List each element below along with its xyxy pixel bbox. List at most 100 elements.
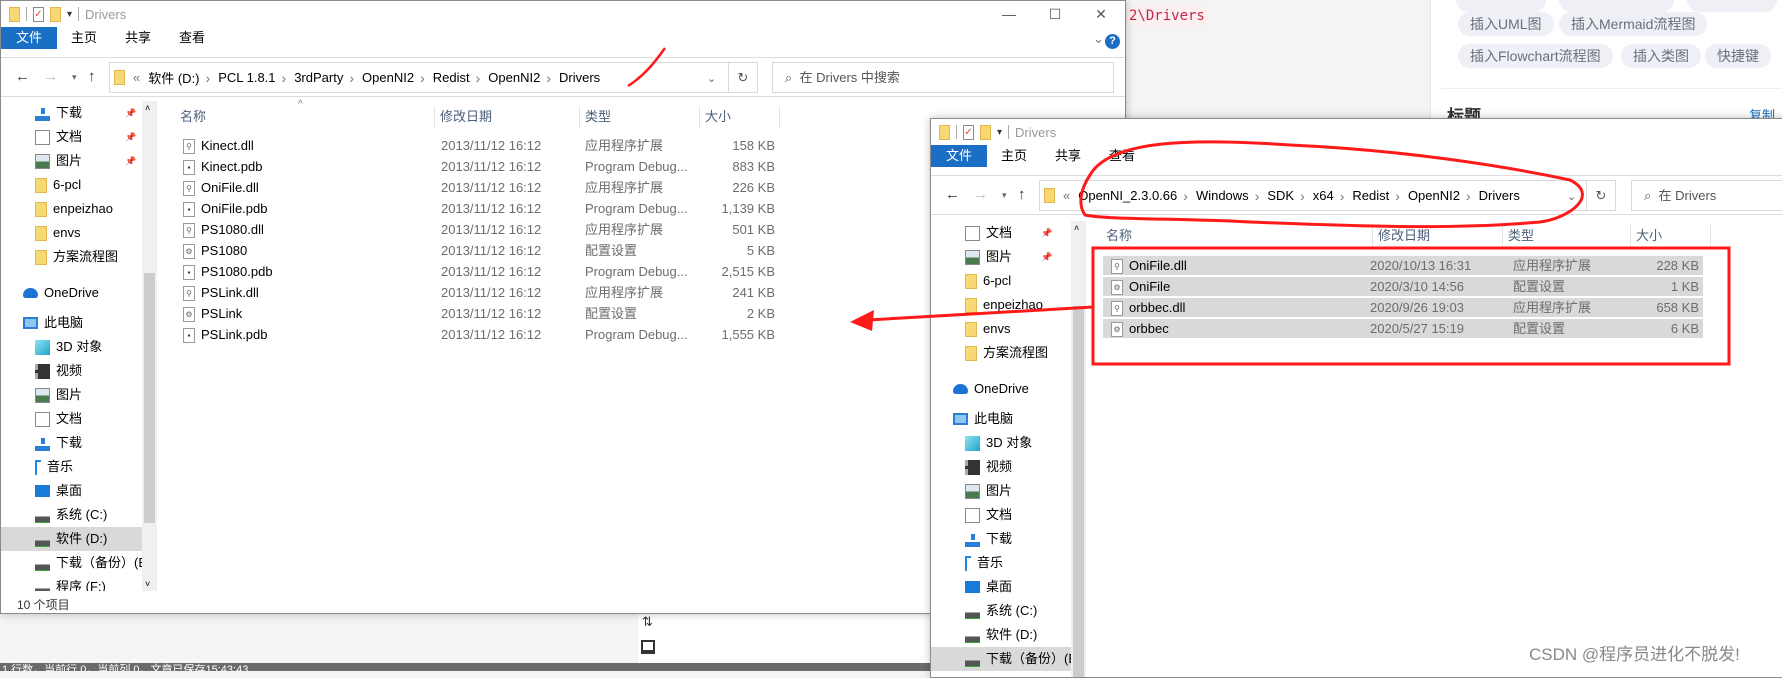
minimize-button[interactable]: — (986, 1, 1032, 27)
insert-mermaid-button[interactable]: 插入Mermaid流程图 (1559, 12, 1708, 36)
recent-dropdown[interactable]: ▾ (1002, 190, 1007, 201)
insert-flowchart-button[interactable]: 插入Flowchart流程图 (1458, 44, 1613, 68)
file-row[interactable]: ⚙ orbbec 2020/5/27 15:19 配置设置 6 KB (1103, 319, 1703, 339)
tab-share[interactable]: 共享 (1041, 145, 1095, 167)
nav-item[interactable]: 此电脑 (931, 407, 1071, 431)
properties-icon[interactable]: ✓ (33, 6, 44, 22)
scrollbar-thumb[interactable] (144, 273, 155, 523)
nav-item[interactable]: 3D 对象 (1, 335, 142, 359)
nav-item[interactable]: 此电脑 (1, 311, 142, 335)
nav-item[interactable]: 6-pcl (1, 173, 142, 197)
nav-item[interactable]: 音乐 (931, 551, 1071, 575)
breadcrumb-chevron-icon[interactable]: › (476, 70, 481, 86)
pill-partial[interactable] (1456, 0, 1546, 12)
address-dropdown[interactable]: ⌄ (1567, 190, 1576, 203)
recent-dropdown[interactable]: ▾ (72, 72, 77, 83)
nav-item[interactable]: enpeizhao (931, 293, 1071, 317)
nav-scrollbar[interactable]: ˄ ˅ (142, 101, 157, 591)
expand-ribbon-icon[interactable]: ⌄ (1093, 31, 1104, 47)
nav-item[interactable]: enpeizhao (1, 197, 142, 221)
breadcrumb-item[interactable]: OpenNI2 (362, 70, 414, 85)
nav-item[interactable]: 系统 (C:) (931, 599, 1071, 623)
column-size[interactable]: 大小 (1631, 225, 1711, 247)
file-row[interactable]: ⚙ PSLink 2013/11/12 16:12 配置设置 2 KB (177, 304, 783, 324)
nav-item[interactable]: 软件 (D:) (1, 527, 142, 551)
nav-item[interactable]: 图片 📌 (931, 245, 1071, 269)
pin-icon[interactable]: 📌 (125, 125, 136, 149)
nav-item[interactable]: OneDrive (931, 377, 1071, 401)
back-button[interactable]: ← (945, 186, 960, 203)
column-type[interactable]: 类型 (1503, 225, 1631, 247)
file-row[interactable]: ⚲ OniFile.dll 2013/11/12 16:12 应用程序扩展 226 KB (177, 178, 783, 198)
column-type[interactable]: 类型 (580, 106, 700, 128)
breadcrumb-item[interactable]: SDK (1267, 188, 1294, 203)
nav-item[interactable]: 方案流程图 (1, 245, 142, 269)
customize-toolbar-icon[interactable]: ▾ (997, 127, 1002, 138)
back-button[interactable]: ← (15, 68, 30, 85)
nav-item[interactable]: 系统 (C:) (1, 503, 142, 527)
column-size[interactable]: 大小 (700, 106, 780, 128)
tab-file[interactable]: 文件 (931, 145, 988, 167)
search-box[interactable]: ⌕ 在 Drivers 中搜索 (772, 62, 1114, 93)
column-name[interactable]: 名称 (1101, 225, 1373, 247)
customize-toolbar-icon[interactable]: ▾ (67, 9, 72, 20)
breadcrumb-chevron-icon[interactable]: › (1183, 188, 1188, 204)
nav-item[interactable]: 下载 (1, 431, 142, 455)
pin-icon[interactable]: 📌 (1041, 245, 1052, 269)
column-date[interactable]: 修改日期 (1373, 225, 1503, 247)
layout-icon[interactable] (641, 640, 655, 654)
breadcrumb-item[interactable]: OpenNI2 (488, 70, 540, 85)
tab-view[interactable]: 查看 (1095, 145, 1149, 167)
properties-icon[interactable]: ✓ (963, 124, 974, 140)
nav-item[interactable]: 文档 (931, 503, 1071, 527)
tab-file[interactable]: 文件 (1, 27, 58, 49)
nav-item[interactable]: 桌面 (1, 479, 142, 503)
file-row[interactable]: ⚲ OniFile.dll 2020/10/13 16:31 应用程序扩展 228 KB (1103, 256, 1703, 276)
nav-item[interactable]: OneDrive (1, 281, 142, 305)
file-row[interactable]: ▪ OniFile.pdb 2013/11/12 16:12 Program Debu… (177, 199, 783, 219)
file-row[interactable]: ⚙ PS1080 2013/11/12 16:12 配置设置 5 KB (177, 241, 783, 261)
file-row[interactable]: ▪ Kinect.pdb 2013/11/12 16:12 Program Debug… (177, 157, 783, 177)
file-row[interactable]: ▪ PSLink.pdb 2013/11/12 16:12 Program Debug… (177, 325, 783, 345)
breadcrumb-item[interactable]: Redist (1352, 188, 1389, 203)
breadcrumb-item[interactable]: 软件 (D:) (148, 68, 199, 87)
breadcrumb-item[interactable]: OpenNI_2.3.0.66 (1078, 188, 1177, 203)
file-row[interactable]: ▪ PS1080.pdb 2013/11/12 16:12 Program Debug… (177, 262, 783, 282)
insert-class-diagram-button[interactable]: 插入类图 (1621, 44, 1701, 68)
pin-icon[interactable]: 📌 (1041, 221, 1052, 245)
breadcrumb-item[interactable]: x64 (1313, 188, 1334, 203)
search-box[interactable]: ⌕ 在 Drivers (1631, 180, 1782, 211)
nav-item[interactable]: 程序 (F:) (1, 575, 142, 591)
pin-icon[interactable]: 📌 (125, 101, 136, 125)
nav-item[interactable]: 文档 📌 (1, 125, 142, 149)
nav-item[interactable]: 下载 📌 (1, 101, 142, 125)
up-button[interactable]: ↑ (1018, 186, 1026, 203)
breadcrumb-chevron-icon[interactable]: › (546, 70, 551, 86)
file-row[interactable]: ⚲ PS1080.dll 2013/11/12 16:12 应用程序扩展 501 KB (177, 220, 783, 240)
forward-button[interactable]: → (43, 68, 58, 85)
scroll-up-icon[interactable]: ˄ (145, 103, 150, 113)
column-name[interactable]: 名称 (175, 106, 435, 128)
refresh-button[interactable]: ↻ (1586, 180, 1616, 211)
address-bar[interactable]: « OpenNI_2.3.0.66 › Windows › SDK › x64 › Redist… (1039, 180, 1587, 211)
breadcrumb-item[interactable]: Drivers (559, 70, 600, 85)
tab-home[interactable]: 主页 (57, 27, 111, 49)
breadcrumb-item[interactable]: PCL 1.8.1 (218, 70, 275, 85)
up-button[interactable]: ↑ (88, 68, 96, 85)
breadcrumb-chevron-icon[interactable]: › (1466, 188, 1471, 204)
insert-uml-button[interactable]: 插入UML图 (1458, 12, 1554, 36)
breadcrumb-chevron-icon[interactable]: › (206, 70, 211, 86)
address-dropdown[interactable]: ⌄ (707, 72, 716, 85)
nav-item[interactable]: envs (1, 221, 142, 245)
file-row[interactable]: ⚲ PSLink.dll 2013/11/12 16:12 应用程序扩展 241 KB (177, 283, 783, 303)
scroll-up-icon[interactable]: ˄ (1074, 223, 1079, 233)
nav-item[interactable]: 文档 (1, 407, 142, 431)
close-button[interactable]: ✕ (1078, 1, 1124, 27)
pin-icon[interactable]: 📌 (125, 149, 136, 173)
tab-home[interactable]: 主页 (987, 145, 1041, 167)
tab-view[interactable]: 查看 (165, 27, 219, 49)
address-bar[interactable]: « 软件 (D:) › PCL 1.8.1 › 3rdParty › OpenNI2 › Red… (109, 62, 729, 93)
sort-icon[interactable]: ⇅ (642, 614, 653, 630)
nav-item[interactable]: 图片 (1, 383, 142, 407)
nav-scrollbar[interactable]: ˄ (1071, 221, 1086, 677)
